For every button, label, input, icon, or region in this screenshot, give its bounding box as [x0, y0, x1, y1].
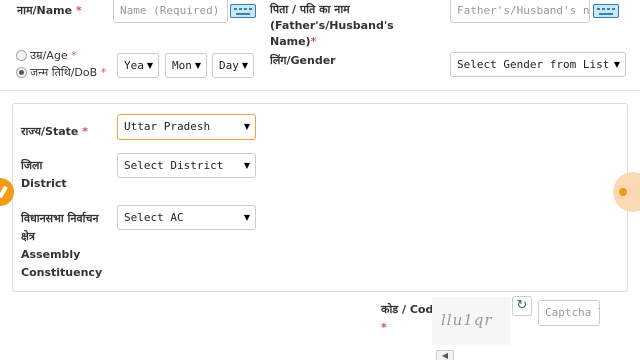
dropdown-arrow-icon: ▼ [146, 61, 153, 70]
required-mark: * [71, 49, 77, 62]
dob-option-label: जन्म तिथि/DoB * [30, 65, 106, 81]
relative-name-placeholder: Father's/Husband's name [457, 4, 590, 17]
state-value: Uttar Pradesh [124, 120, 211, 133]
ac-label-line2: क्षेत्र [21, 230, 35, 243]
name-placeholder: Name (Required) [120, 4, 220, 17]
dropdown-arrow-icon: ▼ [243, 213, 250, 222]
dropdown-arrow-icon: ▼ [243, 161, 250, 170]
district-select[interactable]: Select District ▼ [117, 153, 256, 178]
captcha-image: llu1qr [432, 297, 510, 345]
ac-select[interactable]: Select AC ▼ [117, 205, 256, 230]
dropdown-arrow-icon: ▼ [194, 61, 201, 70]
gender-value: Select Gender from List [457, 58, 610, 71]
required-mark: * [75, 4, 82, 17]
dob-year-value: Yea [124, 59, 144, 72]
ac-value: Select AC [124, 211, 184, 224]
name-input[interactable]: Name (Required) [113, 0, 228, 23]
relative-name-input[interactable]: Father's/Husband's name [450, 0, 590, 23]
district-value: Select District [124, 159, 224, 172]
ac-label-line4: Constituency [21, 266, 103, 279]
district-label-line1: जिला [21, 159, 43, 172]
dropdown-arrow-icon: ▼ [243, 122, 250, 131]
state-label-text: राज्य/State [21, 125, 79, 138]
captcha-placeholder: Captcha Te [545, 306, 599, 319]
age-option-label: उम्र/Age * [30, 48, 77, 64]
gender-label: लिंग/Gender [270, 54, 336, 67]
ac-label: विधानसभा निर्वाचन क्षेत्र Assembly Const… [21, 210, 102, 282]
age-radio[interactable] [16, 50, 27, 61]
refresh-icon[interactable]: ↻ [512, 296, 532, 316]
dob-year-select[interactable]: Yea ▼ [117, 53, 159, 78]
location-panel [12, 103, 628, 292]
gender-select[interactable]: Select Gender from List ▼ [450, 52, 626, 77]
relative-name-label-line1: पिता / पति का नाम (Father's/Husband's [270, 3, 394, 32]
dob-radio[interactable] [16, 67, 27, 78]
ac-label-line1: विधानसभा निर्वाचन [21, 212, 99, 225]
dropdown-arrow-icon: ▼ [613, 60, 620, 69]
district-label-line2: District [21, 177, 67, 190]
age-option-text: उम्र/Age [30, 49, 68, 62]
state-label: राज्य/State * [21, 124, 88, 140]
relative-name-label: पिता / पति का नाम (Father's/Husband's Na… [270, 2, 445, 50]
dob-month-value: Mon [172, 59, 192, 72]
dob-option-text: जन्म तिथि/DoB [30, 66, 98, 79]
keyboard-icon[interactable] [230, 4, 256, 18]
ac-label-line3: Assembly [21, 248, 81, 261]
dob-day-select[interactable]: Day ▼ [212, 53, 254, 78]
state-select[interactable]: Uttar Pradesh ▼ [117, 114, 256, 140]
speaker-icon[interactable]: ◀ [436, 350, 454, 360]
name-label-text: नाम/Name [17, 4, 73, 17]
required-mark: * [310, 35, 317, 48]
captcha-input[interactable]: Captcha Te [538, 300, 600, 326]
required-mark: * [100, 66, 107, 79]
dropdown-arrow-icon: ▼ [241, 61, 248, 70]
district-label: जिला District [21, 158, 67, 192]
keyboard-icon[interactable] [593, 4, 619, 18]
name-label: नाम/Name * [17, 3, 82, 19]
section-divider [0, 90, 640, 91]
relative-name-label-line2: Name) [270, 35, 311, 48]
dob-month-select[interactable]: Mon ▼ [165, 53, 207, 78]
required-mark: * [82, 125, 88, 138]
dob-day-value: Day [219, 59, 239, 72]
captcha-image-text: llu1qr [441, 311, 493, 329]
